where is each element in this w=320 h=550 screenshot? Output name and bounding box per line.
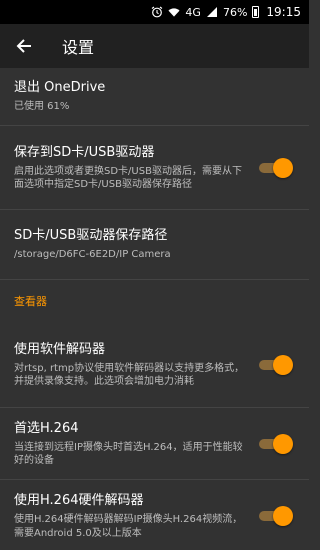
sd-path-item[interactable]: SD卡/USB驱动器保存路径 /storage/D6FC-6E2D/IP Cam…	[0, 210, 309, 280]
prefer-h264-toggle[interactable]	[257, 433, 293, 454]
item-subtitle: 启用此选项或者更换SD卡/USB驱动器后，需要从下面选项中指定SD卡/USB驱动…	[14, 165, 242, 191]
back-button[interactable]	[0, 24, 48, 68]
h264-hw-decoder-item[interactable]: 使用H.264硬件解码器 使用H.264硬件解码器解码IP摄像头H.264视频流…	[0, 480, 309, 550]
item-subtitle: 当连接到远程IP摄像头时首选H.264，适用于性能较好的设备	[14, 441, 243, 467]
item-title: SD卡/USB驱动器保存路径	[14, 228, 168, 244]
battery-percent: 76%	[222, 5, 248, 19]
wifi-icon	[168, 6, 180, 18]
item-title: 保存到SD卡/USB驱动器	[14, 144, 155, 160]
clock: 19:15	[266, 5, 301, 19]
item-title: 首选H.264	[14, 420, 79, 436]
software-decoder-toggle[interactable]	[257, 354, 293, 375]
prefer-h264-item[interactable]: 首选H.264 当连接到远程IP摄像头时首选H.264，适用于性能较好的设备	[0, 408, 309, 480]
save-to-sd-toggle[interactable]	[257, 157, 293, 178]
battery-icon	[252, 6, 260, 18]
item-subtitle: 已使用 61%	[14, 101, 70, 113]
h264-hw-decoder-toggle[interactable]	[257, 506, 293, 526]
software-decoder-item[interactable]: 使用软件解码器 对rtsp, rtmp协议使用软件解码器以支持更多格式，并提供录…	[0, 322, 309, 408]
arrow-left-icon	[16, 39, 31, 53]
item-title: 使用软件解码器	[14, 341, 106, 357]
save-to-sd-item[interactable]: 保存到SD卡/USB驱动器 启用此选项或者更换SD卡/USB驱动器后，需要从下面…	[0, 126, 309, 210]
status-bar: 4G 76% 19:15	[0, 0, 309, 24]
item-subtitle: 对rtsp, rtmp协议使用软件解码器以支持更多格式，并提供录像支持。此选项会…	[14, 362, 245, 388]
signal-icon	[206, 6, 218, 18]
item-subtitle: /storage/D6FC-6E2D/IP Camera	[14, 249, 171, 261]
onedrive-signout-item[interactable]: 退出 OneDrive 已使用 61%	[0, 68, 309, 126]
alarm-icon	[151, 6, 163, 18]
page-title: 设置	[62, 38, 95, 57]
item-title: 退出 OneDrive	[14, 80, 106, 96]
item-title: 使用H.264硬件解码器	[14, 493, 144, 508]
item-subtitle: 使用H.264硬件解码器解码IP摄像头H.264视频流，需要Android 5.…	[14, 514, 243, 539]
section-header-viewer: 查看器	[14, 295, 47, 308]
network-type: 4G	[185, 5, 201, 19]
settings-list: 退出 OneDrive 已使用 61% 保存到SD卡/USB驱动器 启用此选项或…	[0, 68, 309, 550]
app-bar: 设置	[0, 24, 309, 68]
